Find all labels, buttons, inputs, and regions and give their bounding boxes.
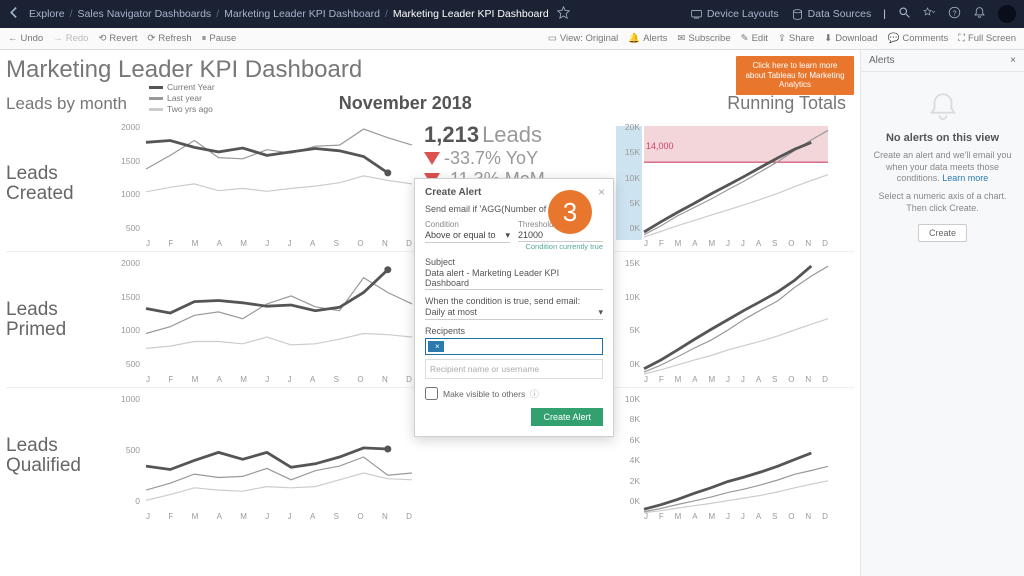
create-button[interactable]: Create [918,224,967,242]
notifications-icon[interactable] [973,6,986,22]
legend: Current Year Last year Two yrs ago [149,82,215,114]
breadcrumb-l1[interactable]: Sales Navigator Dashboards [78,8,212,20]
recipient-chip: × [428,341,444,352]
row-label: Leads Primed [6,252,106,387]
help-icon[interactable]: ? [948,6,961,22]
alerts-panel-title: Alerts [869,55,895,66]
dashboard: Click here to learn more about Tableau f… [0,50,860,576]
visible-others-checkbox[interactable] [425,387,438,400]
download-button[interactable]: ⬇ Download [824,33,877,44]
running-total-chart[interactable]: 20K15K10K5K0K 14,000 JFMAMJJASOND [616,116,832,251]
recipients-input[interactable]: × [425,338,603,355]
back-icon[interactable] [8,6,21,22]
learn-more-link[interactable]: Learn more [942,173,988,183]
row-label: Leads Created [6,116,106,251]
dashboard-title: Marketing Leader KPI Dashboard [6,56,854,84]
share-button[interactable]: ⇪ Share [778,33,814,44]
star-icon[interactable] [557,6,570,22]
chevron-down-icon: ▾ [505,230,510,241]
breadcrumb: Explore/ Sales Navigator Dashboards/ Mar… [29,8,549,20]
device-layouts-button[interactable]: Device Layouts [690,8,779,21]
monthly-chart[interactable]: 200015001000500 JFMAMJJASOND [106,252,416,387]
pause-button[interactable]: ⏸ Pause [202,33,237,44]
avatar[interactable] [998,5,1016,23]
alerts-button[interactable]: 🔔 Alerts [628,33,667,44]
breadcrumb-l2[interactable]: Marketing Leader KPI Dashboard [224,8,380,20]
chevron-down-icon: ▾ [598,307,603,318]
refresh-button[interactable]: ⟳ Refresh [147,33,191,44]
topbar: Explore/ Sales Navigator Dashboards/ Mar… [0,0,1024,28]
recipient-search[interactable]: Recipient name or username [425,359,603,379]
create-alert-button[interactable]: Create Alert [531,408,603,426]
redo-button[interactable]: → Redo [53,33,88,44]
monthly-chart[interactable]: 200015001000500 JFMAMJJASOND [106,116,416,251]
search-icon[interactable] [898,6,911,22]
bell-icon [926,90,960,124]
cta-banner[interactable]: Click here to learn more about Tableau f… [736,56,854,95]
breadcrumb-current: Marketing Leader KPI Dashboard [393,8,549,20]
edit-button[interactable]: ✎ Edit [741,33,768,44]
monthly-chart[interactable]: 10005000 JFMAMJJASOND [106,388,416,524]
running-total-chart[interactable]: 15K10K5K0K JFMAMJJASOND [616,252,832,387]
revert-button[interactable]: ⟲ Revert [98,33,137,44]
breadcrumb-root[interactable]: Explore [29,8,65,20]
subscribe-button[interactable]: ✉ Subscribe [677,33,730,44]
close-icon[interactable]: × [598,185,605,199]
threshold-label: 14,000 [646,141,674,151]
chip-remove-icon[interactable]: × [435,342,440,351]
info-icon[interactable]: ⓘ [530,388,539,400]
svg-text:?: ? [952,8,956,17]
subtitle-leads-by-month: Leads by month [6,94,127,114]
fullscreen-button[interactable]: ⛶ Full Screen [958,33,1016,44]
month-header: November 2018 [339,93,472,114]
undo-button[interactable]: ← Undo [8,33,43,44]
condition-select[interactable]: Above or equal to▾ [425,229,510,243]
toolbar: ← Undo → Redo ⟲ Revert ⟳ Refresh ⏸ Pause… [0,28,1024,50]
comments-button[interactable]: 💬 Comments [888,33,949,44]
fav-dropdown-icon[interactable] [923,6,936,22]
no-alerts-heading: No alerts on this view [886,132,999,144]
view-button[interactable]: ▭ View: Original [548,33,618,44]
frequency-select[interactable]: Daily at most▾ [425,306,603,320]
running-totals-header: Running Totals [727,93,846,114]
data-sources-button[interactable]: Data Sources [791,8,872,21]
row-label: Leads Qualified [6,388,106,524]
step-badge: 3 [548,190,592,234]
alerts-panel: Alerts × No alerts on this view Create a… [860,50,1024,576]
running-total-chart[interactable]: 10K8K6K4K2K0K JFMAMJJASOND [616,388,832,524]
close-panel-icon[interactable]: × [1010,55,1016,66]
subject-input[interactable]: Data alert - Marketing Leader KPI Dashbo… [425,267,603,290]
